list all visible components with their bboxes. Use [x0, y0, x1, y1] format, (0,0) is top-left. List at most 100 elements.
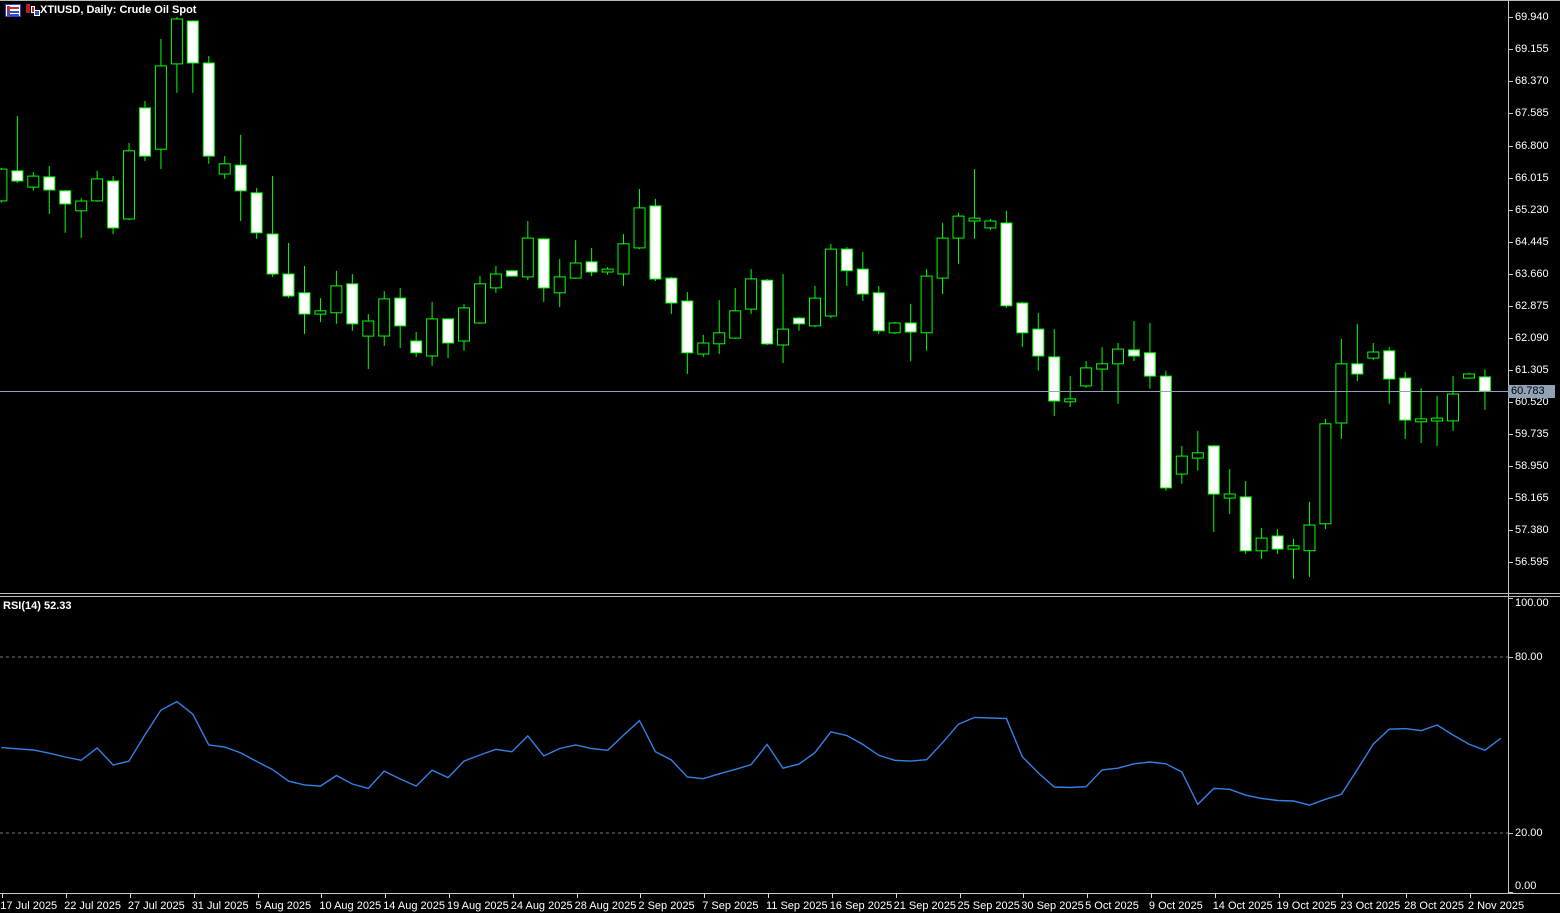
time-tick — [258, 894, 259, 898]
chart-window: XTIUSD, Daily: Crude Oil Spot 60.783 69.… — [0, 0, 1560, 913]
time-axis-label: 10 Aug 2025 — [319, 900, 381, 912]
time-tick — [1023, 894, 1024, 898]
time-tick — [1342, 894, 1343, 898]
time-axis-label: 31 Jul 2025 — [192, 900, 249, 912]
rsi-tick — [1508, 833, 1513, 834]
rsi-axis-label: 80.00 — [1515, 651, 1543, 663]
time-axis-label: 25 Sep 2025 — [958, 900, 1020, 912]
price-axis-label: 56.595 — [1515, 556, 1549, 568]
time-tick — [640, 894, 641, 898]
price-axis-label: 58.165 — [1515, 492, 1549, 504]
time-tick — [832, 894, 833, 898]
time-tick — [960, 894, 961, 898]
time-axis-label: 27 Jul 2025 — [128, 900, 185, 912]
time-tick — [1087, 894, 1088, 898]
price-tick — [1508, 49, 1513, 50]
price-tick — [1508, 146, 1513, 147]
chart-title: XTIUSD, Daily: Crude Oil Spot — [40, 4, 196, 16]
time-tick — [768, 894, 769, 898]
time-tick — [1215, 894, 1216, 898]
time-tick — [321, 894, 322, 898]
price-tick — [1508, 434, 1513, 435]
price-axis-label: 63.660 — [1515, 268, 1549, 280]
time-tick — [577, 894, 578, 898]
price-tick — [1508, 274, 1513, 275]
rsi-chart-canvas[interactable] — [0, 1, 1508, 913]
price-axis-label: 57.380 — [1515, 524, 1549, 536]
time-axis-label: 2 Nov 2025 — [1468, 900, 1524, 912]
price-tick — [1508, 178, 1513, 179]
time-axis-label: 19 Aug 2025 — [447, 900, 509, 912]
price-tick — [1508, 466, 1513, 467]
price-tick — [1508, 402, 1513, 403]
price-axis-label: 58.950 — [1515, 460, 1549, 472]
time-tick — [1279, 894, 1280, 898]
time-axis[interactable]: 17 Jul 2025 22 Jul 2025 27 Jul 2025 31 Jul … — [0, 893, 1560, 913]
time-axis-label: 30 Sep 2025 — [1021, 900, 1083, 912]
price-axis-border — [1508, 1, 1509, 893]
rsi-axis-label: 20.00 — [1515, 827, 1543, 839]
time-tick — [2, 894, 3, 898]
time-axis-label: 24 Aug 2025 — [511, 900, 573, 912]
price-tick — [1508, 562, 1513, 563]
time-tick — [1406, 894, 1407, 898]
price-axis-label: 59.735 — [1515, 428, 1549, 440]
rsi-axis-label: 0.00 — [1515, 880, 1536, 892]
time-tick — [130, 894, 131, 898]
time-axis-label: 16 Sep 2025 — [830, 900, 892, 912]
current-price-marker: 60.783 — [1508, 385, 1555, 398]
current-price-line — [0, 391, 1508, 392]
rsi-line — [1, 702, 1501, 806]
price-tick — [1508, 530, 1513, 531]
chart-titlebar: XTIUSD, Daily: Crude Oil Spot — [0, 1, 1508, 21]
price-tick — [1508, 242, 1513, 243]
time-axis-label: 9 Oct 2025 — [1149, 900, 1203, 912]
price-axis-label: 61.305 — [1515, 364, 1549, 376]
price-tick — [1508, 81, 1513, 82]
time-tick — [66, 894, 67, 898]
price-axis-label: 69.940 — [1515, 11, 1549, 23]
price-axis-label: 65.230 — [1515, 204, 1549, 216]
time-axis-label: 14 Oct 2025 — [1213, 900, 1273, 912]
rsi-tick — [1508, 598, 1513, 599]
price-tick — [1508, 498, 1513, 499]
price-tick — [1508, 113, 1513, 114]
time-tick — [385, 894, 386, 898]
time-axis-label: 22 Jul 2025 — [64, 900, 121, 912]
time-axis-label: 5 Oct 2025 — [1085, 900, 1139, 912]
time-axis-label: 17 Jul 2025 — [0, 900, 57, 912]
time-tick — [704, 894, 705, 898]
price-axis-label: 62.090 — [1515, 332, 1549, 344]
time-tick — [896, 894, 897, 898]
price-axis-label: 66.015 — [1515, 172, 1549, 184]
price-axis-label: 64.445 — [1515, 236, 1549, 248]
rsi-axis-label: 100.00 — [1515, 597, 1549, 609]
time-axis-label: 28 Oct 2025 — [1404, 900, 1464, 912]
time-axis-label: 19 Oct 2025 — [1277, 900, 1337, 912]
time-axis-label: 21 Sep 2025 — [894, 900, 956, 912]
time-axis-label: 5 Aug 2025 — [256, 900, 312, 912]
time-tick — [449, 894, 450, 898]
chart-bars-icon[interactable] — [25, 4, 41, 17]
time-axis-label: 23 Oct 2025 — [1340, 900, 1400, 912]
time-axis-label: 2 Sep 2025 — [638, 900, 694, 912]
price-tick — [1508, 17, 1513, 18]
time-tick — [1151, 894, 1152, 898]
time-axis-label: 14 Aug 2025 — [383, 900, 445, 912]
price-axis-label: 68.370 — [1515, 75, 1549, 87]
price-tick — [1508, 370, 1513, 371]
indicator-label: RSI(14) 52.33 — [3, 600, 71, 612]
time-axis-label: 11 Sep 2025 — [766, 900, 828, 912]
time-tick — [513, 894, 514, 898]
price-tick — [1508, 210, 1513, 211]
price-axis-label: 62.875 — [1515, 300, 1549, 312]
price-axis-label: 69.155 — [1515, 43, 1549, 55]
chart-table-icon[interactable] — [5, 4, 21, 17]
time-tick — [1470, 894, 1471, 898]
time-tick — [194, 894, 195, 898]
price-axis-label: 67.585 — [1515, 107, 1549, 119]
time-axis-label: 7 Sep 2025 — [702, 900, 758, 912]
price-tick — [1508, 306, 1513, 307]
price-tick — [1508, 338, 1513, 339]
price-axis-label: 66.800 — [1515, 140, 1549, 152]
